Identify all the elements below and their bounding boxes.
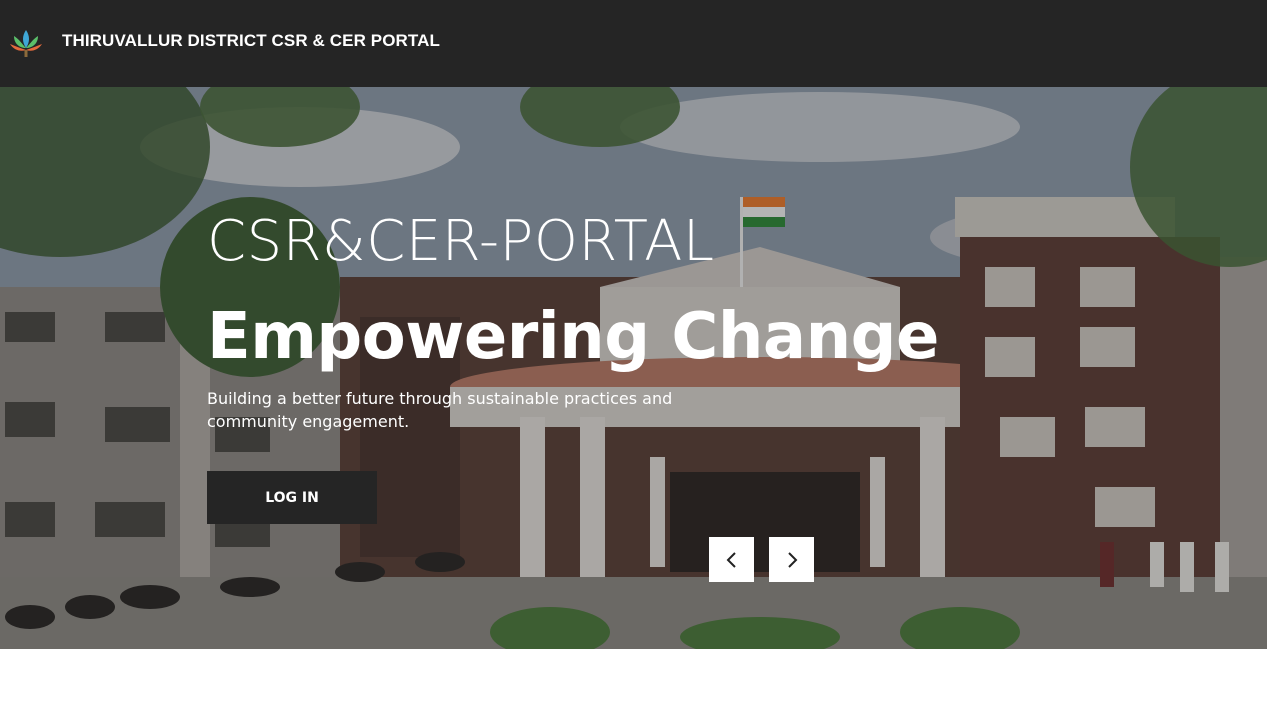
hero-carousel: CSR&CER-PORTAL Empowering Change Buildin… xyxy=(0,87,1267,649)
hero-eyebrow: CSR&CER-PORTAL xyxy=(207,209,715,274)
chevron-right-icon xyxy=(787,551,797,568)
chevron-left-icon xyxy=(726,551,736,568)
login-button[interactable]: LOG IN xyxy=(207,471,377,524)
hero-headline: Empowering Change xyxy=(207,300,939,374)
top-navbar: THIRUVALLUR DISTRICT CSR & CER PORTAL xyxy=(0,0,1267,87)
carousel-prev-button[interactable] xyxy=(709,537,754,582)
hero-caption: CSR&CER-PORTAL Empowering Change Buildin… xyxy=(207,207,1007,433)
hero-subtitle: Building a better future through sustain… xyxy=(207,389,673,431)
carousel-next-button[interactable] xyxy=(769,537,814,582)
portal-title[interactable]: THIRUVALLUR DISTRICT CSR & CER PORTAL xyxy=(62,31,440,51)
lotus-logo-icon[interactable] xyxy=(8,26,44,58)
